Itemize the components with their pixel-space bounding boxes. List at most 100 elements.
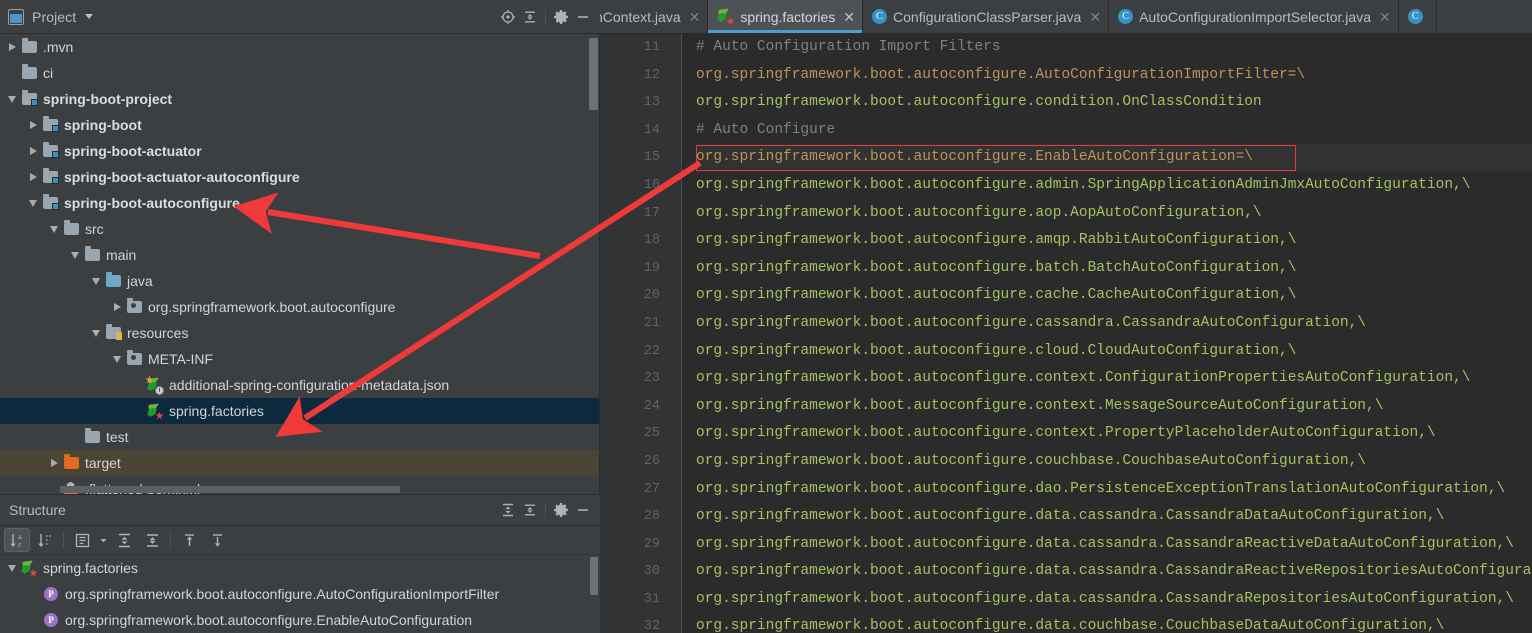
folder-icon: [21, 38, 37, 53]
svg-text:a: a: [18, 534, 22, 541]
collapse-arrow-icon[interactable]: [4, 555, 20, 581]
code-line[interactable]: org.springframework.boot.autoconfigure.E…: [696, 144, 1532, 172]
expand-arrow-icon[interactable]: [46, 450, 62, 476]
group-dropdown-chevron-icon[interactable]: [97, 528, 109, 552]
editor-tabs[interactable]: CnContext.java ✕ spring.factories ✕ C Configu…: [600, 0, 1532, 34]
tree-row-org-springframework-boot-autoconfigure[interactable]: org.springframework.boot.autoconfigure: [0, 294, 600, 320]
code-line[interactable]: org.springframework.boot.autoconfigure.b…: [696, 255, 1532, 283]
navigate-up-icon[interactable]: [176, 528, 202, 552]
collapse-all-icon[interactable]: [519, 499, 541, 521]
tree-row-spring-factories[interactable]: spring.factories: [0, 398, 600, 424]
editor-tab-spring-factories[interactable]: spring.factories ✕: [708, 0, 864, 33]
tree-row-spring-boot[interactable]: spring-boot: [0, 112, 600, 138]
expand-arrow-icon[interactable]: [4, 34, 20, 60]
collapse-arrow-icon[interactable]: [67, 242, 83, 268]
package-folder-icon: [126, 298, 142, 313]
project-view-icon: [8, 8, 24, 25]
editor-tab-ncontext-java[interactable]: CnContext.java✕: [600, 0, 709, 33]
code-line[interactable]: org.springframework.boot.autoconfigure.d…: [696, 586, 1532, 614]
expand-all-icon[interactable]: [111, 528, 137, 552]
tree-row-spring-boot-autoconfigure[interactable]: spring-boot-autoconfigure: [0, 190, 600, 216]
tree-row-spring-boot-actuator-autoconfigure[interactable]: spring-boot-actuator-autoconfigure: [0, 164, 600, 190]
sort-alphabetically-icon[interactable]: az: [4, 528, 30, 552]
code-line[interactable]: org.springframework.boot.autoconfigure.c…: [696, 89, 1532, 117]
collapse-arrow-icon[interactable]: [88, 268, 104, 294]
structure-scrollbar[interactable]: [590, 557, 598, 595]
line-number: 17: [643, 205, 660, 221]
collapse-arrow-icon[interactable]: [25, 190, 41, 216]
module-folder-icon: [42, 168, 59, 184]
editor-tab-partial[interactable]: C✕: [1398, 0, 1437, 33]
tree-row-target[interactable]: target: [0, 450, 600, 476]
tree-row-resources[interactable]: resources: [0, 320, 600, 346]
close-icon[interactable]: ✕: [843, 10, 855, 24]
close-icon[interactable]: ✕: [1379, 10, 1391, 24]
tree-row-spring-boot-project[interactable]: spring-boot-project: [0, 86, 600, 112]
project-tree-hscrollbar[interactable]: [60, 486, 400, 493]
chevron-down-icon[interactable]: [85, 14, 94, 19]
project-tree-scrollbar[interactable]: [589, 38, 598, 110]
editor-tab-autoconfigurationimportselector-java[interactable]: C AutoConfigurationImportSelector.java ✕: [1109, 0, 1399, 33]
collapse-all-icon[interactable]: [139, 528, 165, 552]
collapse-arrow-icon[interactable]: [88, 320, 104, 346]
code-line[interactable]: org.springframework.boot.autoconfigure.c…: [696, 282, 1532, 310]
tree-row-additional-spring-configuration-metadata-json[interactable]: additional-spring-configuration-metadata…: [0, 372, 600, 398]
structure-row[interactable]: Porg.springframework.boot.autoconfigure.…: [0, 581, 600, 607]
structure-row[interactable]: spring.factories: [0, 555, 600, 581]
structure-tree[interactable]: spring.factories Porg.springframework.boo…: [0, 555, 600, 633]
expand-arrow-icon[interactable]: [25, 138, 41, 164]
tree-row-meta-inf[interactable]: META-INF: [0, 346, 600, 372]
code-line[interactable]: # Auto Configuration Import Filters: [696, 34, 1532, 62]
editor-gutter[interactable]: 11 12 13 14 15 16 17 18 19 20 21 22 23 24 25 26 27 28 29 30…: [600, 34, 682, 633]
tree-row-spring-boot-actuator[interactable]: spring-boot-actuator: [0, 138, 600, 164]
collapse-arrow-icon[interactable]: [46, 216, 62, 242]
code-line[interactable]: org.springframework.boot.autoconfigure.c…: [696, 448, 1532, 476]
tree-row-java[interactable]: java: [0, 268, 600, 294]
line-number: 26: [643, 453, 660, 469]
tree-row-ci[interactable]: ci: [0, 60, 600, 86]
editor-tab-label: AutoConfigurationImportSelector.java: [1139, 8, 1371, 25]
editor-tab-configurationclassparser-java[interactable]: C ConfigurationClassParser.java ✕: [863, 0, 1110, 33]
code-line[interactable]: org.springframework.boot.autoconfigure.c…: [696, 420, 1532, 448]
code-line[interactable]: org.springframework.boot.autoconfigure.c…: [696, 365, 1532, 393]
expand-arrow-icon[interactable]: [25, 164, 41, 190]
navigate-down-icon[interactable]: [204, 528, 230, 552]
close-icon[interactable]: ✕: [689, 10, 701, 24]
expand-all-icon[interactable]: [497, 499, 519, 521]
collapse-all-icon[interactable]: [519, 6, 541, 28]
structure-row[interactable]: Porg.springframework.boot.autoconfigure.…: [0, 607, 600, 633]
code-line[interactable]: org.springframework.boot.autoconfigure.c…: [696, 310, 1532, 338]
editor-code[interactable]: # Auto Configuration Import Filters org.s…: [682, 34, 1532, 633]
code-line[interactable]: org.springframework.boot.autoconfigure.d…: [696, 613, 1532, 633]
hide-panel-icon[interactable]: [572, 6, 594, 28]
close-icon[interactable]: ✕: [1089, 10, 1101, 24]
settings-gear-icon[interactable]: [550, 6, 572, 28]
code-line[interactable]: org.springframework.boot.autoconfigure.a…: [696, 172, 1532, 200]
code-line[interactable]: org.springframework.boot.autoconfigure.a…: [696, 200, 1532, 228]
tree-row-main[interactable]: main: [0, 242, 600, 268]
tree-row-test[interactable]: test: [0, 424, 600, 450]
collapse-arrow-icon[interactable]: [109, 346, 125, 372]
code-line[interactable]: org.springframework.boot.autoconfigure.d…: [696, 531, 1532, 559]
expand-arrow-icon[interactable]: [25, 112, 41, 138]
hide-panel-icon[interactable]: [572, 499, 594, 521]
code-line[interactable]: org.springframework.boot.autoconfigure.d…: [696, 503, 1532, 531]
tree-row--mvn[interactable]: .mvn: [0, 34, 600, 60]
code-line[interactable]: org.springframework.boot.autoconfigure.a…: [696, 227, 1532, 255]
tree-row-src[interactable]: src: [0, 216, 600, 242]
locate-file-icon[interactable]: [497, 6, 519, 28]
code-line[interactable]: org.springframework.boot.autoconfigure.d…: [696, 476, 1532, 504]
sort-by-visibility-icon[interactable]: [32, 528, 58, 552]
expand-arrow-icon[interactable]: [109, 294, 125, 320]
code-line[interactable]: org.springframework.boot.autoconfigure.c…: [696, 393, 1532, 421]
code-line[interactable]: # Auto Configure: [696, 117, 1532, 145]
collapse-arrow-icon[interactable]: [4, 86, 20, 112]
group-icon[interactable]: [69, 528, 95, 552]
code-line[interactable]: org.springframework.boot.autoconfigure.A…: [696, 62, 1532, 90]
project-tree[interactable]: .mvn ci spring-boot-project spring-boot spri…: [0, 34, 600, 494]
settings-gear-icon[interactable]: [550, 499, 572, 521]
editor-viewport[interactable]: 11 12 13 14 15 16 17 18 19 20 21 22 23 24 25 26 27 28 29 30…: [600, 34, 1532, 633]
code-line[interactable]: org.springframework.boot.autoconfigure.c…: [696, 338, 1532, 366]
code-line[interactable]: org.springframework.boot.autoconfigure.d…: [696, 558, 1532, 586]
